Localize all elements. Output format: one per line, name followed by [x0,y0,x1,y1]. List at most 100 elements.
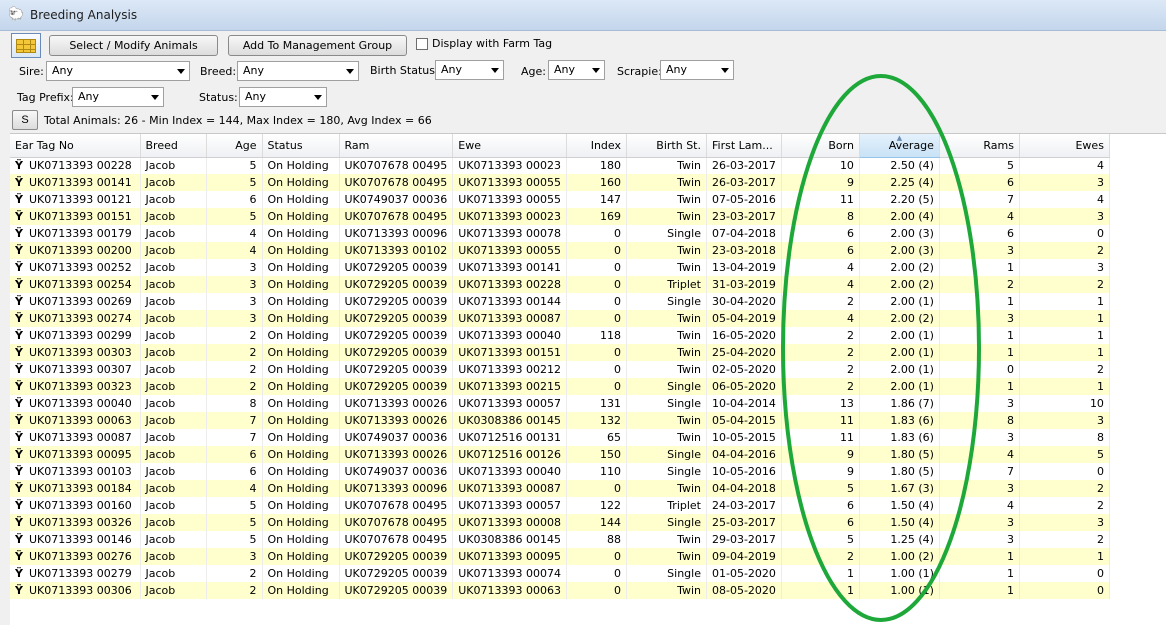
table-cell: 9 [781,174,860,191]
column-header-5[interactable]: Ewe [452,134,567,158]
column-header-3[interactable]: Status [262,134,340,158]
cell-value: UK0713393 00026 [344,397,448,410]
cell-value: UK0729205 00039 [344,295,448,308]
table-cell: 1 [939,565,1020,582]
cell-value: 3 [249,312,257,325]
birth-status-label: Birth Status: [370,64,439,77]
table-row[interactable]: Ÿ UK0713393 00307 Jacob 2 On Holding UK072920… [10,361,1110,378]
table-row[interactable]: Ÿ UK0713393 00146 Jacob 5 On Holding UK070767… [10,531,1110,548]
table-row[interactable]: Ÿ UK0713393 00200 Jacob 4 On Holding UK071339… [10,242,1110,259]
cell-value: On Holding [267,380,329,393]
cell-value: 08-05-2020 [712,584,776,597]
column-header-2[interactable]: Age [206,134,263,158]
table-row[interactable]: Ÿ UK0713393 00299 Jacob 2 On Holding UK072920… [10,327,1110,344]
s-button[interactable]: S [12,110,38,130]
cell-value: UK0749037 00036 [344,465,448,478]
breeding-table[interactable]: Ear Tag No Breed Age Status Ram Ewe Index Birth… [10,133,1166,625]
table-cell: 2.00 (3) [859,225,940,242]
cell-value: On Holding [267,567,329,580]
sire-select[interactable]: Any [46,61,190,81]
table-cell: 23-03-2018 [706,242,782,259]
table-cell: 0 [566,548,627,565]
table-cell: Jacob [140,191,207,208]
status-value: Any [245,90,267,103]
cell-value: 3 [1006,397,1014,410]
table-row[interactable]: Ÿ UK0713393 00254 Jacob 3 On Holding UK072920… [10,276,1110,293]
table-cell: Twin [626,548,707,565]
table-row[interactable]: Ÿ UK0713393 00228 Jacob 5 On Holding UK070767… [10,157,1110,174]
table-cell: 10-05-2015 [706,429,782,446]
table-cell: Ÿ UK0713393 00160 [10,497,141,514]
cell-value: Twin [677,312,701,325]
table-cell: Jacob [140,480,207,497]
farm-tag-toggle[interactable]: Display with Farm Tag [416,37,552,50]
table-row[interactable]: Ÿ UK0713393 00121 Jacob 6 On Holding UK074903… [10,191,1110,208]
status-select[interactable]: Any [239,87,327,107]
column-header-7[interactable]: Birth St. [626,134,707,158]
table-row[interactable]: Ÿ UK0713393 00276 Jacob 3 On Holding UK072920… [10,548,1110,565]
farm-tag-checkbox[interactable] [416,37,428,50]
cell-value: Jacob [145,465,176,478]
cell-value: 2 [846,380,854,393]
table-row[interactable]: Ÿ UK0713393 00306 Jacob 2 On Holding UK072920… [10,582,1110,599]
column-header-12[interactable]: Ewes [1019,134,1110,158]
cell-value: 2 [1096,244,1104,257]
table-row[interactable]: Ÿ UK0713393 00087 Jacob 7 On Holding UK074903… [10,429,1110,446]
grid-view-button[interactable] [11,33,41,58]
table-row[interactable]: Ÿ UK0713393 00323 Jacob 2 On Holding UK072920… [10,378,1110,395]
table-row[interactable]: Ÿ UK0713393 00274 Jacob 3 On Holding UK072920… [10,310,1110,327]
table-row[interactable]: Ÿ UK0713393 00303 Jacob 2 On Holding UK072920… [10,344,1110,361]
column-header-8[interactable]: First Lam... [706,134,782,158]
age-select[interactable]: Any [548,60,605,80]
column-header-10[interactable]: ▲ Average [859,134,940,158]
table-cell: On Holding [262,157,340,174]
cell-value: 3 [1006,533,1014,546]
column-header-1[interactable]: Breed [140,134,207,158]
column-header-4[interactable]: Ram [339,134,454,158]
add-to-management-group-button[interactable]: Add To Management Group [228,35,407,56]
table-cell: Jacob [140,412,207,429]
table-cell: 2 [1019,480,1110,497]
birth-status-select[interactable]: Any [435,60,504,80]
sheep-tag-icon: Ÿ [15,550,23,563]
cell-value: Jacob [145,516,176,529]
cell-value: 0 [614,380,621,393]
table-row[interactable]: Ÿ UK0713393 00252 Jacob 3 On Holding UK072920… [10,259,1110,276]
sheep-tag-icon: Ÿ [15,193,23,206]
select-modify-animals-button[interactable]: Select / Modify Animals [49,35,218,56]
table-row[interactable]: Ÿ UK0713393 00040 Jacob 8 On Holding UK071339… [10,395,1110,412]
cell-value: UK0713393 00063 [29,414,132,427]
column-header-0[interactable]: Ear Tag No [10,134,141,158]
table-row[interactable]: Ÿ UK0713393 00103 Jacob 6 On Holding UK074903… [10,463,1110,480]
table-cell: 3 [1019,174,1110,191]
cell-value: 0 [614,278,621,291]
table-row[interactable]: Ÿ UK0713393 00279 Jacob 2 On Holding UK072920… [10,565,1110,582]
column-header-11[interactable]: Rams [939,134,1020,158]
table-cell: Twin [626,531,707,548]
cell-value: Jacob [145,448,176,461]
table-cell: 0 [566,361,627,378]
cell-value: 9 [846,465,854,478]
table-row[interactable]: Ÿ UK0713393 00063 Jacob 7 On Holding UK071339… [10,412,1110,429]
table-row[interactable]: Ÿ UK0713393 00269 Jacob 3 On Holding UK072920… [10,293,1110,310]
table-row[interactable]: Ÿ UK0713393 00184 Jacob 4 On Holding UK071339… [10,480,1110,497]
cell-value: 0 [614,295,621,308]
table-row[interactable]: Ÿ UK0713393 00326 Jacob 5 On Holding UK070767… [10,514,1110,531]
cell-value: 0 [614,346,621,359]
table-row[interactable]: Ÿ UK0713393 00151 Jacob 5 On Holding UK070767… [10,208,1110,225]
column-header-6[interactable]: Index [566,134,627,158]
table-row[interactable]: Ÿ UK0713393 00160 Jacob 5 On Holding UK070767… [10,497,1110,514]
cell-value: UK0713393 00179 [29,227,132,240]
scrapie-select[interactable]: Any [660,60,734,80]
breed-select[interactable]: Any [237,61,359,81]
cell-value: UK0713393 00023 [458,210,561,223]
table-cell: 5 [1019,446,1110,463]
table-row[interactable]: Ÿ UK0713393 00141 Jacob 5 On Holding UK070767… [10,174,1110,191]
breed-value: Any [243,64,265,77]
cell-value: 4 [1006,448,1014,461]
table-cell: 65 [566,429,627,446]
table-row[interactable]: Ÿ UK0713393 00179 Jacob 4 On Holding UK071339… [10,225,1110,242]
table-row[interactable]: Ÿ UK0713393 00095 Jacob 6 On Holding UK071339… [10,446,1110,463]
tag-prefix-select[interactable]: Any [72,87,164,107]
column-header-9[interactable]: Born [781,134,860,158]
